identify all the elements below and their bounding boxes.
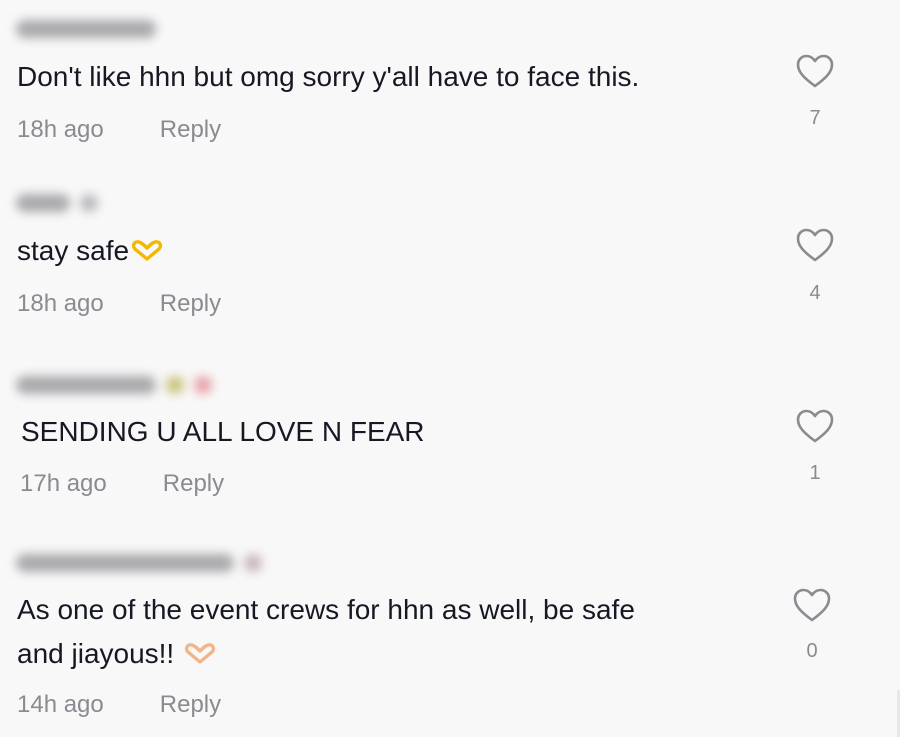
comment-meta: 14h ago Reply	[17, 690, 221, 720]
blurred-username[interactable]	[16, 550, 262, 576]
comment-text: stay safe	[17, 229, 163, 273]
like-count: 1	[809, 462, 821, 484]
comment-item: Don't like hhn but omg sorry y'all have …	[0, 0, 900, 170]
heart-outline-icon[interactable]	[795, 52, 835, 92]
comment-item: stay safe 18h ago Reply 4	[0, 170, 900, 350]
comment-text-line-1: As one of the event crews for hhn as wel…	[17, 594, 635, 625]
comment-timestamp: 14h ago	[17, 691, 104, 718]
reply-button[interactable]: Reply	[163, 469, 224, 499]
blurred-username[interactable]	[16, 190, 98, 216]
comment-text: Don't like hhn but omg sorry y'all have …	[17, 61, 640, 92]
reply-button[interactable]: Reply	[160, 289, 221, 319]
blurred-username[interactable]	[16, 16, 156, 42]
heart-outline-icon[interactable]	[795, 226, 835, 266]
comment-item: As one of the event crews for hhn as wel…	[0, 530, 900, 737]
comment-timestamp: 18h ago	[17, 290, 104, 317]
reply-button[interactable]: Reply	[160, 115, 221, 145]
like-count: 7	[809, 107, 821, 129]
heart-outline-icon[interactable]	[795, 407, 835, 447]
comment-item: SENDING U ALL LOVE N FEAR 17h ago Reply …	[0, 350, 900, 530]
like-count: 4	[809, 282, 821, 304]
like-count: 0	[806, 640, 818, 662]
comment-timestamp: 17h ago	[20, 470, 107, 497]
heart-outline-icon[interactable]	[792, 586, 832, 626]
comment-text-content: stay safe	[17, 235, 130, 266]
blurred-username[interactable]	[16, 372, 212, 398]
comment-text: SENDING U ALL LOVE N FEAR	[21, 416, 425, 447]
comment-timestamp: 18h ago	[17, 116, 104, 143]
comment-meta: 18h ago Reply	[17, 289, 221, 319]
heart-hands-emoji	[184, 633, 216, 664]
comment-meta: 17h ago Reply	[20, 469, 224, 499]
heart-hands-emoji	[131, 230, 163, 261]
comment-text-line-2: and jiayous!!	[17, 632, 216, 676]
reply-button[interactable]: Reply	[160, 690, 221, 720]
comment-text-content: and jiayous!!	[17, 638, 182, 669]
comment-meta: 18h ago Reply	[17, 115, 221, 145]
